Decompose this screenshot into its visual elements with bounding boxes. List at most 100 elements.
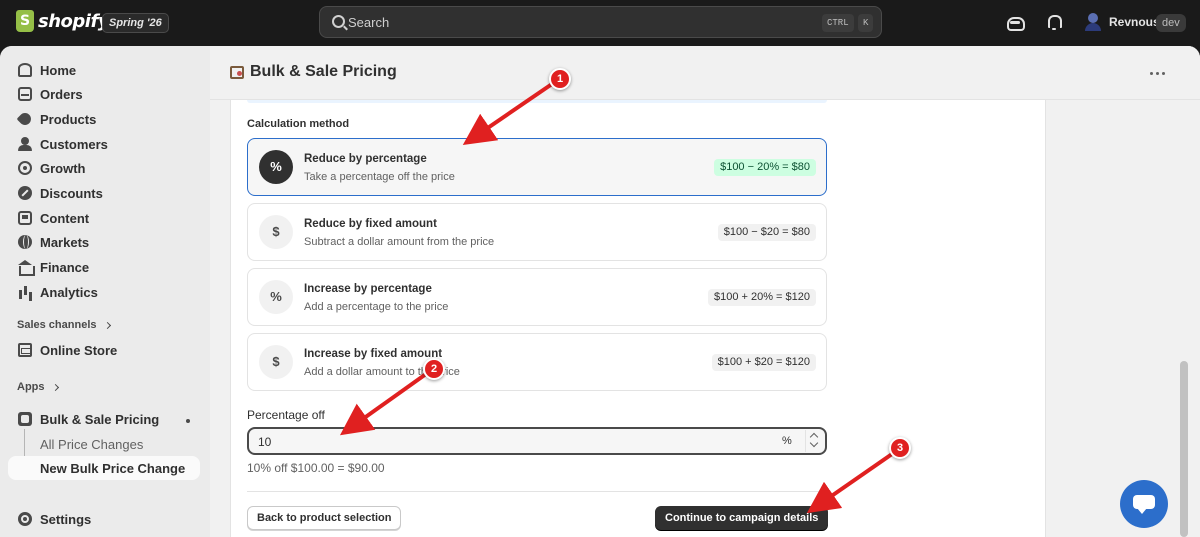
method-title: Reduce by percentage bbox=[304, 153, 427, 165]
percentage-field-label: Percentage off bbox=[247, 408, 325, 422]
number-stepper[interactable] bbox=[805, 430, 823, 452]
home-icon bbox=[18, 63, 32, 77]
app-icon bbox=[230, 66, 244, 79]
method-title: Reduce by fixed amount bbox=[304, 218, 437, 230]
calculation-preview: 10% off $100.00 = $90.00 bbox=[247, 461, 385, 475]
apps-header[interactable]: Apps bbox=[17, 381, 59, 393]
method-example-badge: $100 − $20 = $80 bbox=[717, 224, 816, 241]
method-option-reduce-fixed[interactable]: $ Reduce by fixed amount Subtract a doll… bbox=[247, 203, 827, 261]
sidebar-item-label: Orders bbox=[40, 86, 83, 102]
bank-icon bbox=[18, 260, 35, 276]
method-option-reduce-percentage[interactable]: % Reduce by percentage Take a percentage… bbox=[247, 138, 827, 196]
admin-shell: Home Orders Products Customers Growth Di… bbox=[0, 46, 1200, 537]
method-example-badge: $100 + $20 = $120 bbox=[711, 354, 816, 371]
sidebar-item-label: Online Store bbox=[40, 342, 118, 358]
sidebar-subitem-label: All Price Changes bbox=[40, 436, 144, 452]
store-name[interactable]: Revnous bbox=[1109, 15, 1160, 29]
sidebar-item-orders[interactable]: Orders bbox=[8, 82, 200, 106]
shortcut-k: K bbox=[858, 14, 874, 32]
divider bbox=[247, 491, 827, 492]
annotation-badge: 2 bbox=[423, 358, 445, 380]
sidebar-item-label: Bulk & Sale Pricing bbox=[40, 411, 160, 427]
dollar-icon: $ bbox=[259, 345, 293, 379]
sidebar-subitem-new-bulk-price-change[interactable]: New Bulk Price Change bbox=[8, 456, 200, 480]
card: Calculation method % Reduce by percentag… bbox=[230, 100, 1046, 537]
pin-dot-icon bbox=[186, 419, 190, 423]
sales-channels-header[interactable]: Sales channels bbox=[17, 319, 111, 331]
method-example-badge: $100 − 20% = $80 bbox=[714, 159, 816, 176]
sidebar: Home Orders Products Customers Growth Di… bbox=[0, 46, 210, 537]
store-avatar[interactable] bbox=[1085, 13, 1101, 31]
sidebar-item-label: Discounts bbox=[40, 185, 103, 201]
search-placeholder: Search bbox=[348, 15, 390, 30]
sidebar-item-online-store[interactable]: Online Store bbox=[8, 338, 200, 362]
sidebar-subitem-label: New Bulk Price Change bbox=[40, 460, 186, 476]
section-label: Calculation method bbox=[247, 118, 350, 130]
sidebar-item-settings[interactable]: Settings bbox=[8, 507, 200, 531]
sidebar-item-discounts[interactable]: Discounts bbox=[8, 181, 200, 205]
sales-channels-label: Sales channels bbox=[17, 319, 97, 331]
chat-icon[interactable] bbox=[1120, 480, 1168, 528]
globe-icon bbox=[18, 235, 32, 249]
sidebar-item-label: Products bbox=[40, 111, 97, 127]
tag-icon bbox=[16, 110, 34, 128]
continue-button[interactable]: Continue to campaign details bbox=[655, 506, 829, 530]
method-title: Increase by fixed amount bbox=[304, 348, 443, 360]
search-bar[interactable]: Search CTRL K bbox=[319, 6, 882, 38]
growth-icon bbox=[18, 161, 32, 175]
annotation-badge: 1 bbox=[549, 68, 571, 90]
search-icon bbox=[332, 15, 345, 28]
percentage-input[interactable]: 10 % bbox=[247, 427, 827, 455]
person-icon bbox=[18, 137, 32, 151]
sidebar-item-home[interactable]: Home bbox=[8, 58, 200, 82]
annotation-badge: 3 bbox=[889, 437, 911, 459]
percent-icon: % bbox=[259, 150, 293, 184]
sidebar-item-label: Analytics bbox=[40, 284, 98, 300]
sidebar-item-label: Growth bbox=[40, 160, 86, 176]
sidebar-item-label: Content bbox=[40, 210, 90, 226]
chevron-right-icon bbox=[103, 321, 111, 329]
dollar-icon: $ bbox=[259, 215, 293, 249]
shopify-bag-icon bbox=[16, 10, 34, 32]
method-option-increase-percentage[interactable]: % Increase by percentage Add a percentag… bbox=[247, 268, 827, 326]
sidebar-item-bulk-sale-pricing[interactable]: Bulk & Sale Pricing bbox=[8, 407, 200, 431]
sidekick-icon[interactable] bbox=[1006, 13, 1025, 31]
orders-icon bbox=[18, 87, 32, 101]
more-actions-icon[interactable] bbox=[1150, 72, 1166, 76]
sidebar-item-analytics[interactable]: Analytics bbox=[8, 280, 200, 304]
sidebar-item-label: Settings bbox=[40, 511, 92, 527]
top-bar: shopify Spring '26 Search CTRL K Revnous… bbox=[0, 0, 1200, 46]
shortcut-ctrl: CTRL bbox=[822, 14, 854, 32]
page-title: Bulk & Sale Pricing bbox=[250, 63, 397, 80]
scrollbar[interactable] bbox=[1180, 361, 1188, 537]
sidebar-item-products[interactable]: Products bbox=[8, 107, 200, 131]
main-content: Bulk & Sale Pricing Calculation method %… bbox=[210, 46, 1200, 537]
method-description: Add a percentage to the price bbox=[304, 301, 449, 313]
page-header: Bulk & Sale Pricing bbox=[210, 46, 1200, 100]
sidebar-item-label: Customers bbox=[40, 136, 108, 152]
percentage-input-value: 10 bbox=[258, 435, 272, 449]
chevron-right-icon bbox=[51, 383, 59, 391]
sidebar-item-markets[interactable]: Markets bbox=[8, 230, 200, 254]
sidebar-item-label: Markets bbox=[40, 234, 90, 250]
edition-badge: Spring '26 bbox=[102, 13, 169, 33]
store-icon bbox=[18, 343, 32, 357]
logo-text: shopify bbox=[38, 10, 110, 32]
sidebar-item-finance[interactable]: Finance bbox=[8, 255, 200, 279]
sidebar-item-content[interactable]: Content bbox=[8, 206, 200, 230]
chevron-down-icon[interactable] bbox=[809, 438, 819, 448]
method-example-badge: $100 + 20% = $120 bbox=[707, 289, 816, 306]
sidebar-subitem-all-price-changes[interactable]: All Price Changes bbox=[8, 432, 200, 456]
sidebar-item-customers[interactable]: Customers bbox=[8, 132, 200, 156]
app-icon bbox=[18, 412, 32, 426]
percent-icon: % bbox=[259, 280, 293, 314]
sidebar-item-growth[interactable]: Growth bbox=[8, 156, 200, 180]
bell-icon[interactable] bbox=[1045, 13, 1063, 31]
store-badge: dev bbox=[1156, 14, 1186, 32]
method-description: Subtract a dollar amount from the price bbox=[304, 236, 495, 248]
method-option-increase-fixed[interactable]: $ Increase by fixed amount Add a dollar … bbox=[247, 333, 827, 391]
back-button[interactable]: Back to product selection bbox=[247, 506, 402, 530]
discount-icon bbox=[18, 186, 32, 200]
shopify-logo[interactable]: shopify bbox=[16, 10, 110, 32]
method-title: Increase by percentage bbox=[304, 283, 432, 295]
